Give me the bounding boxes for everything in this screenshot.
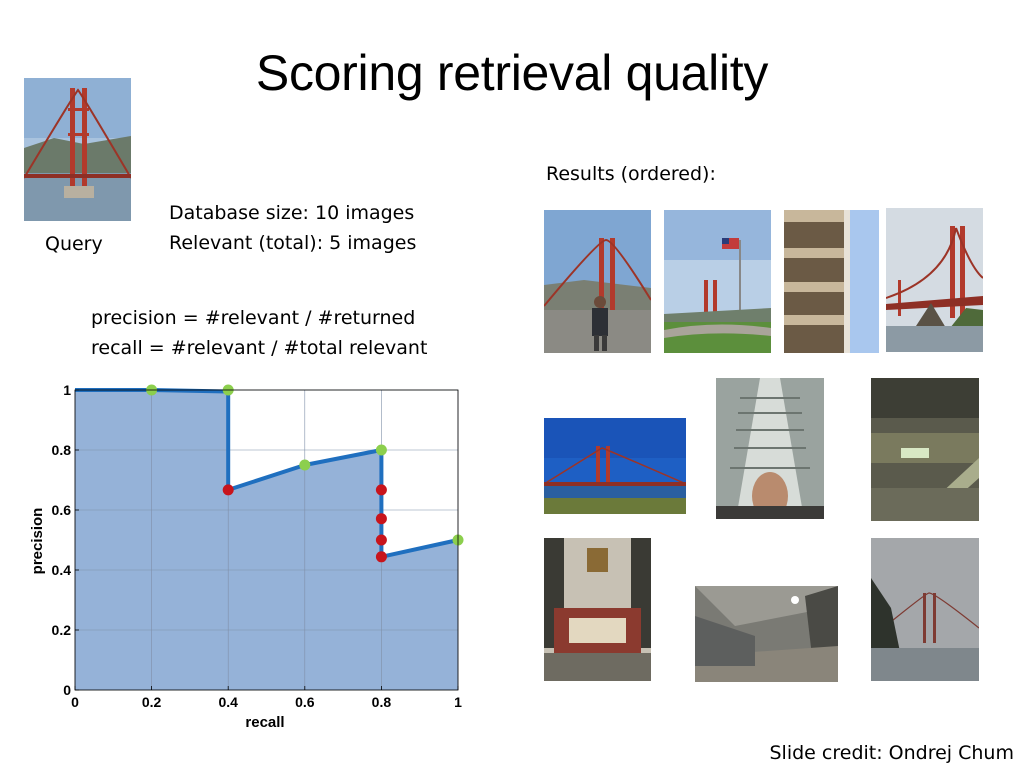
slide-title: Scoring retrieval quality bbox=[255, 45, 769, 101]
slide-credit: Slide credit: Ondrej Chum bbox=[769, 742, 1015, 764]
y-tick-label: 0.2 bbox=[52, 622, 72, 638]
x-tick-label: 0.6 bbox=[295, 694, 315, 710]
y-tick-label: 0.4 bbox=[52, 562, 72, 578]
y-axis-label: precision bbox=[29, 508, 46, 575]
result-image-2 bbox=[664, 210, 771, 353]
result-image-9 bbox=[695, 586, 838, 682]
plot-area bbox=[75, 390, 458, 690]
irrelevant-point bbox=[222, 484, 234, 496]
relevant-total-text: Relevant (total): 5 images bbox=[169, 232, 417, 254]
result-image-6 bbox=[716, 378, 824, 519]
result-image-7 bbox=[871, 378, 979, 521]
database-size-text: Database size: 10 images bbox=[169, 202, 415, 224]
results-heading: Results (ordered): bbox=[546, 163, 716, 185]
irrelevant-point bbox=[375, 513, 387, 525]
query-image bbox=[24, 78, 131, 221]
precision-recall-chart: 0 0.2 0.4 0.6 0.8 1 0 0.2 0.4 0.6 0.8 1 recall prec… bbox=[29, 382, 464, 731]
result-image-3 bbox=[784, 210, 879, 353]
y-tick-label: 0.6 bbox=[52, 502, 72, 518]
result-image-1 bbox=[544, 210, 651, 353]
result-image-10 bbox=[871, 538, 979, 681]
result-image-4 bbox=[886, 208, 983, 352]
recall-formula: recall = #relevant / #total relevant bbox=[91, 337, 428, 359]
x-axis-label: recall bbox=[245, 714, 284, 731]
result-image-5 bbox=[544, 418, 686, 514]
y-tick-label: 1 bbox=[63, 382, 71, 398]
query-label: Query bbox=[45, 233, 103, 255]
x-tick-label: 0.4 bbox=[218, 694, 238, 710]
y-tick-label: 0 bbox=[63, 682, 71, 698]
precision-formula: precision = #relevant / #returned bbox=[91, 307, 416, 329]
irrelevant-point bbox=[375, 551, 387, 563]
relevant-point bbox=[299, 459, 311, 471]
x-tick-label: 0 bbox=[71, 694, 79, 710]
y-tick-label: 0.8 bbox=[52, 442, 72, 458]
result-image-8 bbox=[544, 538, 651, 681]
relevant-point bbox=[375, 444, 387, 456]
x-tick-label: 1 bbox=[454, 694, 462, 710]
irrelevant-point bbox=[375, 484, 387, 496]
x-tick-label: 0.8 bbox=[372, 694, 392, 710]
x-tick-label: 0.2 bbox=[142, 694, 162, 710]
irrelevant-point bbox=[375, 534, 387, 546]
